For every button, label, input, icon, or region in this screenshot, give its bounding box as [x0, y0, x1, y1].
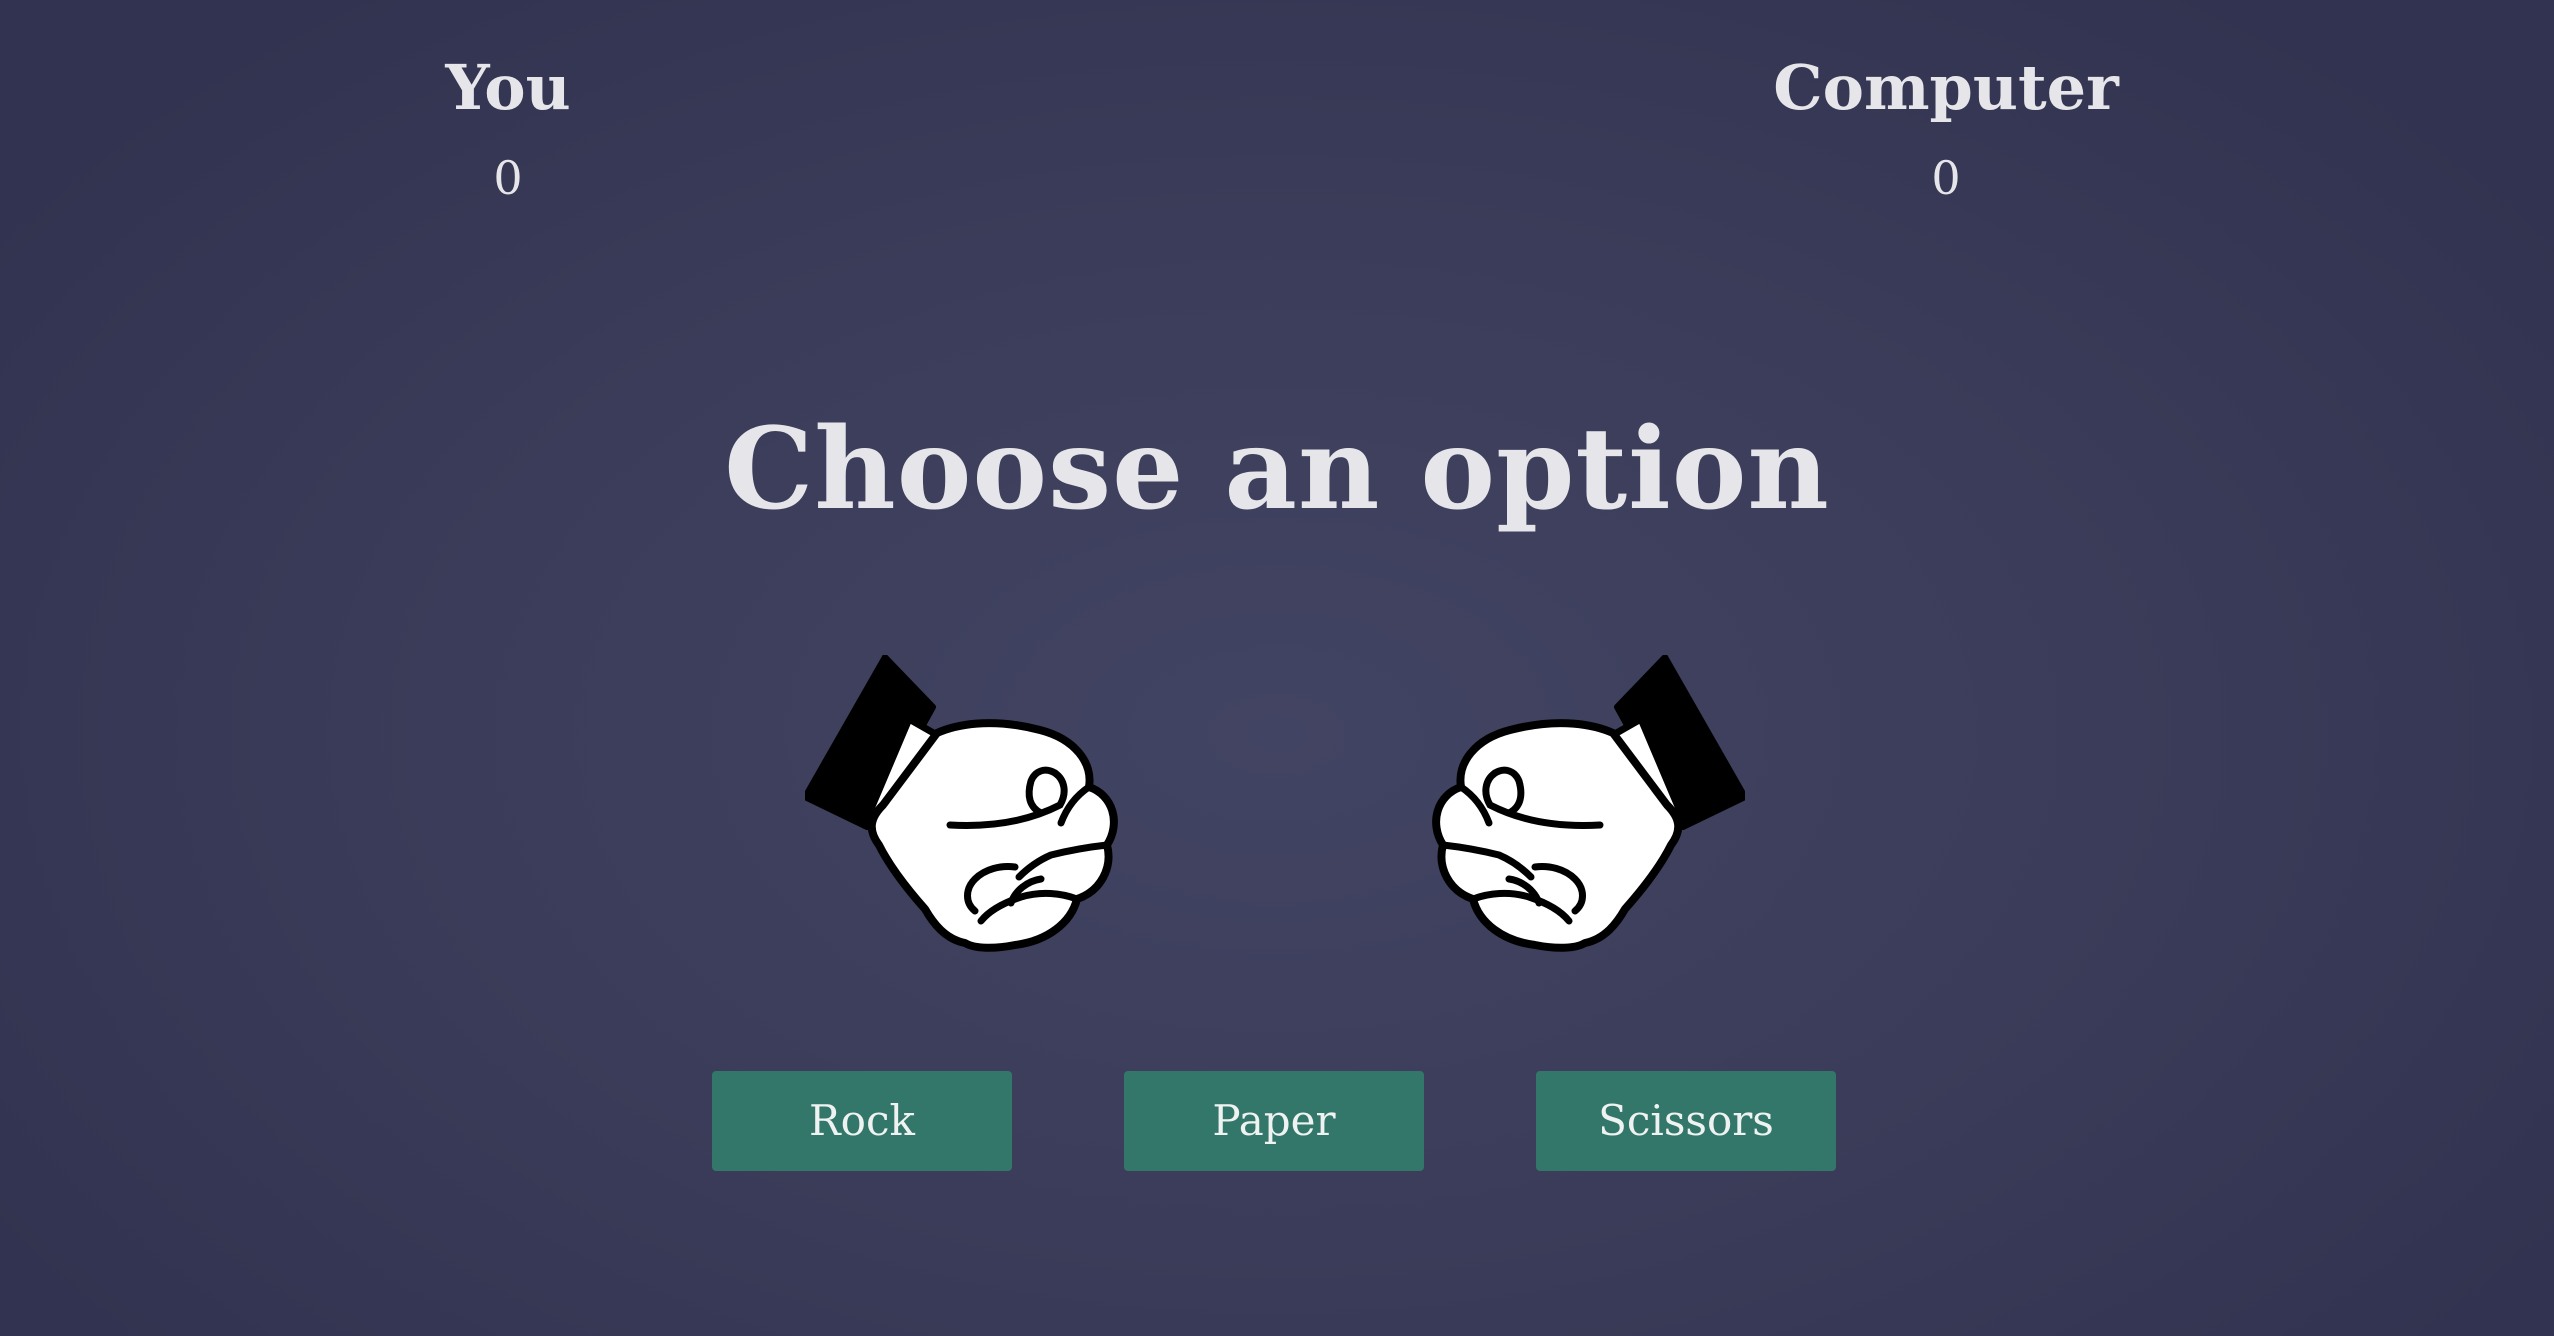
- rock-button[interactable]: Rock: [712, 1071, 1012, 1171]
- paper-button[interactable]: Paper: [1124, 1071, 1424, 1171]
- prompt-heading: Choose an option: [724, 404, 1830, 535]
- computer-label: Computer: [1773, 51, 2119, 124]
- computer-score-panel: Computer 0: [1746, 50, 2146, 208]
- player-score-panel: You 0: [308, 50, 708, 208]
- computer-fist-icon: [1415, 655, 1745, 955]
- computer-score: 0: [1931, 151, 1961, 205]
- scissors-button[interactable]: Scissors: [1536, 1071, 1836, 1171]
- player-fist-icon: [805, 655, 1135, 955]
- player-label: You: [445, 51, 571, 124]
- option-buttons: Rock Paper Scissors: [0, 1071, 2554, 1171]
- player-score: 0: [493, 151, 523, 205]
